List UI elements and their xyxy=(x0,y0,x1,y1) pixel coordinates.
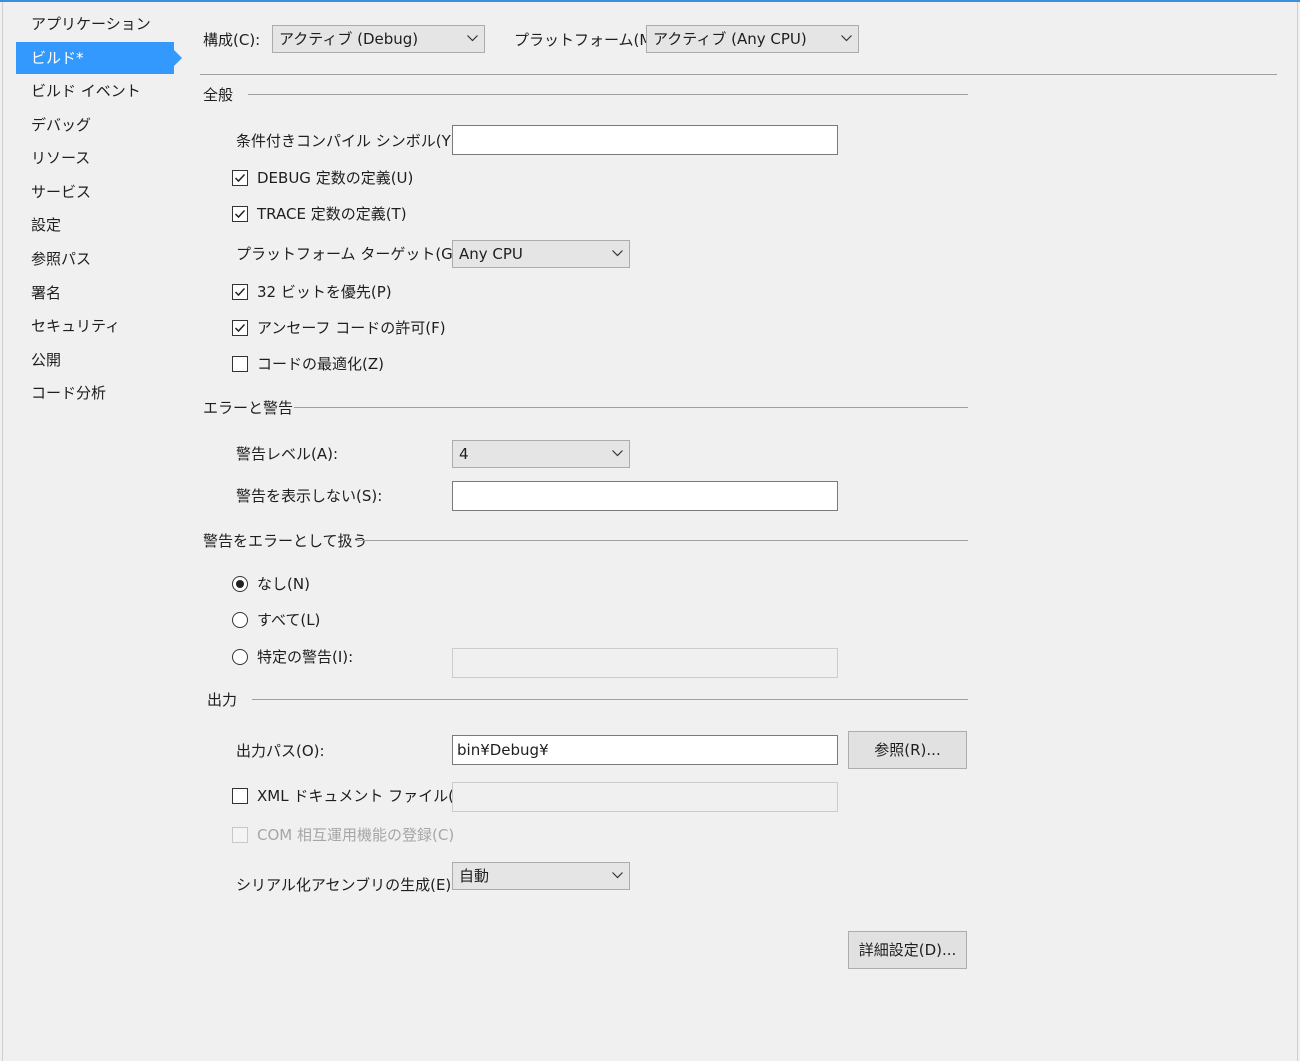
xml-doc-input xyxy=(452,782,838,812)
sidebar-item-reference-paths[interactable]: 参照パス xyxy=(16,243,174,275)
prefer32-label: 32 ビットを優先(P) xyxy=(257,283,392,301)
treat-all-radio[interactable] xyxy=(232,612,248,628)
treat-specific-radio[interactable] xyxy=(232,649,248,665)
config-dropdown[interactable]: アクティブ (Debug) xyxy=(272,25,485,53)
advanced-settings-button[interactable]: 詳細設定(D)... xyxy=(848,931,967,969)
trace-label: TRACE 定数の定義(T) xyxy=(257,205,407,223)
sidebar-item-publish[interactable]: 公開 xyxy=(16,344,174,376)
output-path-label: 出力パス(O): xyxy=(236,742,325,760)
window-right-border xyxy=(1297,2,1298,1061)
xml-doc-label: XML ドキュメント ファイル(X): xyxy=(257,787,476,805)
treat-specific-label: 特定の警告(I): xyxy=(257,648,354,666)
unsafe-label: アンセーフ コードの許可(F) xyxy=(257,319,446,337)
sidebar-item-code-analysis[interactable]: コード分析 xyxy=(16,377,174,409)
sidebar-item-build-events[interactable]: ビルド イベント xyxy=(16,75,174,107)
serialization-dropdown[interactable]: 自動 xyxy=(452,862,630,890)
debug-checkbox[interactable] xyxy=(232,170,248,186)
section-divider xyxy=(294,407,968,408)
symbols-input[interactable] xyxy=(452,125,838,155)
chevron-down-icon xyxy=(605,441,629,467)
platform-label: プラットフォーム(M): xyxy=(514,31,664,49)
platform-target-label: プラットフォーム ターゲット(G): xyxy=(236,245,464,263)
sidebar-item-label: セキュリティ xyxy=(31,317,121,335)
optimize-label: コードの最適化(Z) xyxy=(257,355,384,373)
platform-dropdown-value: アクティブ (Any CPU) xyxy=(653,30,807,48)
browse-button[interactable]: 参照(R)... xyxy=(848,731,967,769)
sidebar-item-debug[interactable]: デバッグ xyxy=(16,109,174,141)
suppress-warnings-input[interactable] xyxy=(452,481,838,511)
sidebar-item-signing[interactable]: 署名 xyxy=(16,277,174,309)
chevron-down-icon xyxy=(605,241,629,267)
sidebar-item-application[interactable]: アプリケーション xyxy=(16,8,174,40)
sidebar-item-build[interactable]: ビルド* xyxy=(16,42,182,74)
checkmark-icon xyxy=(234,323,246,333)
section-divider xyxy=(248,94,968,95)
checkmark-icon xyxy=(234,173,246,183)
serialization-label: シリアル化アセンブリの生成(E): xyxy=(236,876,457,894)
sidebar-item-label: 参照パス xyxy=(31,250,92,268)
trace-checkbox[interactable] xyxy=(232,206,248,222)
checkmark-icon xyxy=(234,209,246,219)
symbols-label: 条件付きコンパイル シンボル(Y): xyxy=(236,132,462,150)
chevron-down-icon xyxy=(460,26,484,52)
toolbar-divider xyxy=(200,74,1277,75)
sidebar-item-security[interactable]: セキュリティ xyxy=(16,310,174,342)
sidebar-item-label: 設定 xyxy=(31,216,62,234)
sidebar-item-resources[interactable]: リソース xyxy=(16,142,174,174)
section-title-treat-warnings: 警告をエラーとして扱う xyxy=(203,532,368,550)
chevron-down-icon xyxy=(605,863,629,889)
sidebar-item-settings[interactable]: 設定 xyxy=(16,209,174,241)
sidebar-item-label: サービス xyxy=(31,183,92,201)
suppress-warnings-label: 警告を表示しない(S): xyxy=(236,487,383,505)
prefer32-checkbox[interactable] xyxy=(232,284,248,300)
sidebar-item-label: アプリケーション xyxy=(31,15,151,33)
window-top-border xyxy=(0,0,1300,2)
xml-doc-checkbox[interactable] xyxy=(232,788,248,804)
window-left-border xyxy=(2,2,3,1061)
radio-selected-dot xyxy=(236,580,244,588)
debug-label: DEBUG 定数の定義(U) xyxy=(257,169,414,187)
section-title-errors: エラーと警告 xyxy=(203,399,294,417)
sidebar-item-label: ビルド イベント xyxy=(31,82,141,100)
section-divider xyxy=(252,699,968,700)
sidebar-item-services[interactable]: サービス xyxy=(16,176,174,208)
treat-all-label: すべて(L) xyxy=(257,611,321,629)
unsafe-checkbox[interactable] xyxy=(232,320,248,336)
warning-level-dropdown[interactable]: 4 xyxy=(452,440,630,468)
optimize-checkbox[interactable] xyxy=(232,356,248,372)
sidebar-item-label: コード分析 xyxy=(31,384,107,402)
sidebar-item-label: 署名 xyxy=(31,284,62,302)
sidebar-item-label: リソース xyxy=(31,149,91,167)
sidebar-item-label: 公開 xyxy=(31,351,62,369)
specific-warnings-input xyxy=(452,648,838,678)
output-path-input[interactable]: bin¥Debug¥ xyxy=(452,735,838,765)
treat-none-label: なし(N) xyxy=(257,575,310,593)
warning-level-value: 4 xyxy=(459,445,469,463)
treat-none-radio[interactable] xyxy=(232,576,248,592)
chevron-down-icon xyxy=(834,26,858,52)
sidebar-item-label: ビルド* xyxy=(31,49,84,67)
config-dropdown-value: アクティブ (Debug) xyxy=(279,30,419,48)
platform-target-dropdown[interactable]: Any CPU xyxy=(452,240,630,268)
section-divider xyxy=(356,540,968,541)
serialization-value: 自動 xyxy=(459,867,490,885)
checkmark-icon xyxy=(234,287,246,297)
section-title-output: 出力 xyxy=(207,691,238,709)
platform-target-value: Any CPU xyxy=(459,245,523,263)
warning-level-label: 警告レベル(A): xyxy=(236,445,339,463)
platform-dropdown[interactable]: アクティブ (Any CPU) xyxy=(646,25,859,53)
sidebar-item-label: デバッグ xyxy=(31,116,92,134)
section-title-general: 全般 xyxy=(203,86,234,104)
com-register-label: COM 相互運用機能の登録(C) xyxy=(257,826,455,844)
com-register-checkbox xyxy=(232,827,248,843)
config-label: 構成(C): xyxy=(203,31,261,49)
